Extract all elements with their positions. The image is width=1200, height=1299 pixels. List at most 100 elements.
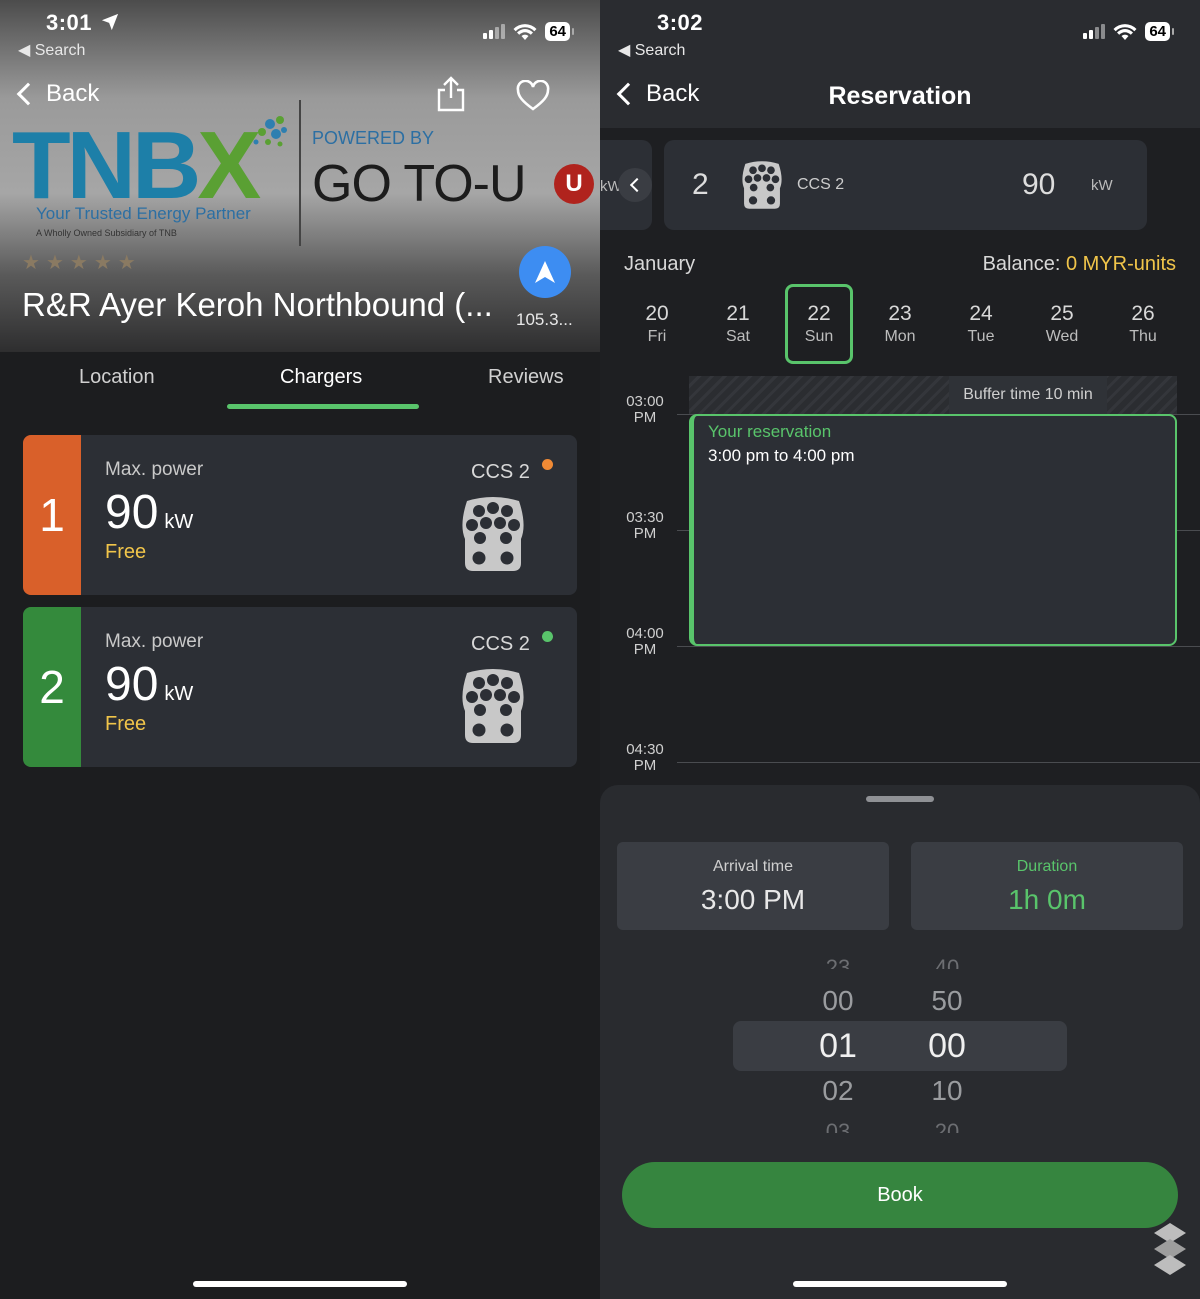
home-indicator[interactable] <box>193 1281 407 1287</box>
home-indicator[interactable] <box>793 1281 1007 1287</box>
book-button[interactable]: Book <box>622 1162 1178 1228</box>
tab-active-indicator <box>227 404 419 409</box>
reservation-time-range: 3:00 pm to 4:00 pm <box>708 446 855 465</box>
tnbx-logo: TNBX Your Trusted Energy Partner A Wholl… <box>10 116 287 243</box>
tab-chargers[interactable]: Chargers <box>280 366 362 389</box>
arrival-time-field[interactable]: Arrival time 3:00 PM <box>617 842 889 930</box>
wifi-icon <box>1113 23 1137 40</box>
day-23[interactable]: 23 Mon <box>866 284 934 364</box>
time-gridline <box>677 646 1200 647</box>
max-power-label: Max. power <box>105 631 204 652</box>
partner-badge: U <box>554 164 594 204</box>
connector-type: CCS 2 <box>471 633 530 655</box>
day-25[interactable]: 25 Wed <box>1028 284 1096 364</box>
balance: Balance: 0 MYR-units <box>982 253 1176 275</box>
ccs2-plug-icon <box>462 669 524 743</box>
chevron-left-icon <box>629 177 645 193</box>
picker-hour-selected[interactable]: 01 <box>798 1027 878 1066</box>
duration-field[interactable]: Duration 1h 0m <box>911 842 1183 930</box>
time-label: 04:30 PM <box>626 741 664 774</box>
tab-location[interactable]: Location <box>79 366 155 389</box>
star-icon: ★ <box>22 252 40 274</box>
charger-power: 90 <box>1022 168 1056 201</box>
day-21[interactable]: 21 Sat <box>704 284 772 364</box>
picker-hour-option[interactable]: 00 <box>798 985 878 1017</box>
station-hero: 3:01 ◀ Search 64 Back TNBX Your Trusted … <box>0 0 600 352</box>
reservation-screen: 3:02 ◀ Search 64 Back Reservation kW 2 C… <box>600 0 1200 1299</box>
duration-picker[interactable]: 23 00 01 02 03 40 50 00 10 20 <box>600 955 1200 1135</box>
tab-reviews[interactable]: Reviews <box>488 366 564 389</box>
previous-charger-button[interactable] <box>618 168 652 202</box>
station-title: R&R Ayer Keroh Northbound (... <box>22 286 492 323</box>
day-22-selected[interactable]: 22 Sun <box>785 284 853 364</box>
day-26[interactable]: 26 Thu <box>1109 284 1177 364</box>
charger-number: 1 <box>23 435 81 595</box>
wifi-icon <box>513 23 537 40</box>
day-24[interactable]: 24 Tue <box>947 284 1015 364</box>
sheet-drag-handle[interactable] <box>866 796 934 802</box>
star-icon: ★ <box>93 252 112 274</box>
charger-card-1[interactable]: 1 Max. power 90 kW Free CCS 2 <box>23 435 577 595</box>
picker-minute-selected[interactable]: 00 <box>907 1027 987 1066</box>
charger-card-2[interactable]: 2 Max. power 90 kW Free CCS 2 <box>23 607 577 767</box>
navigate-button[interactable] <box>519 246 571 298</box>
cellular-signal-icon <box>1083 24 1106 39</box>
connector-type: CCS 2 <box>797 176 845 193</box>
picker-selection-highlight <box>733 1021 1067 1071</box>
availability-dot <box>542 459 553 470</box>
picker-minute-option[interactable]: 10 <box>907 1075 987 1107</box>
max-power-label: Max. power <box>105 459 204 480</box>
chevron-left-icon <box>16 82 40 106</box>
time-grid[interactable]: Buffer time 10 min 03:00 PM 03:30 PM 04:00… <box>600 376 1200 776</box>
distance-label: 105.3... <box>516 310 573 329</box>
ccs2-plug-icon <box>742 161 782 209</box>
picker-minute-option[interactable]: 40 <box>907 955 987 969</box>
booking-sheet: Arrival time 3:00 PM Duration 1h 0m 23 0… <box>600 785 1200 1299</box>
status-time: 3:02 <box>657 10 704 35</box>
picker-hour-option[interactable]: 03 <box>798 1119 878 1133</box>
page-title: Reservation <box>828 82 972 110</box>
station-tabs: Location Chargers Reviews <box>0 352 600 412</box>
battery-indicator: 64 <box>1145 22 1174 41</box>
day-20[interactable]: 20 Fri <box>623 284 691 364</box>
status-back-search[interactable]: ◀ Search <box>618 40 685 60</box>
calendar-month: January <box>624 253 696 275</box>
picker-minute-option[interactable]: 50 <box>907 985 987 1017</box>
charger-power-unit: kW <box>1091 177 1113 194</box>
status-back-search[interactable]: ◀ Search <box>18 40 85 60</box>
status-icons: 64 <box>1083 22 1174 41</box>
powered-by-label: POWERED BY <box>312 128 435 148</box>
station-screen: 3:01 ◀ Search 64 Back TNBX Your Trusted … <box>0 0 600 1299</box>
share-icon[interactable] <box>436 76 466 112</box>
back-button[interactable]: Back <box>14 80 99 108</box>
partner-logo: GO TO-U <box>312 155 527 213</box>
selected-charger-card[interactable]: 2 CCS 2 90 kW <box>664 140 1147 230</box>
logo-divider <box>299 100 301 246</box>
location-arrow-icon <box>101 13 118 31</box>
status-time: 3:01 <box>46 10 119 36</box>
reservation-header: 3:02 ◀ Search 64 Back Reservation <box>600 0 1200 128</box>
buffer-label: Buffer time 10 min <box>949 376 1107 414</box>
charger-number: 2 <box>692 168 709 201</box>
reservation-block[interactable]: Your reservation 3:00 pm to 4:00 pm <box>689 414 1177 646</box>
cellular-signal-icon <box>483 24 506 39</box>
time-label: 03:30 PM <box>626 509 664 542</box>
charger-status: Free <box>105 541 147 563</box>
ccs2-plug-icon <box>462 497 524 571</box>
star-icon: ★ <box>45 252 64 274</box>
time-label: 04:00 PM <box>626 625 664 658</box>
picker-minute-option[interactable]: 20 <box>907 1119 987 1133</box>
status-icons: 64 <box>483 22 574 41</box>
picker-hour-option[interactable]: 02 <box>798 1075 878 1107</box>
connector-type: CCS 2 <box>471 461 530 483</box>
star-icon: ★ <box>117 252 136 274</box>
star-icon: ★ <box>69 252 88 274</box>
favorite-heart-icon[interactable] <box>516 80 550 112</box>
navigation-arrow-icon <box>535 261 555 283</box>
picker-hour-option[interactable]: 23 <box>798 955 878 969</box>
day-selector: 20 Fri 21 Sat 22 Sun 23 Mon 24 Tue 25 Wed 26 Th… <box>600 284 1200 366</box>
charger-power: 90 kW <box>105 486 194 539</box>
tnbx-dots-icon <box>253 116 287 147</box>
time-gridline <box>677 762 1200 763</box>
time-label: 03:00 PM <box>626 393 664 426</box>
